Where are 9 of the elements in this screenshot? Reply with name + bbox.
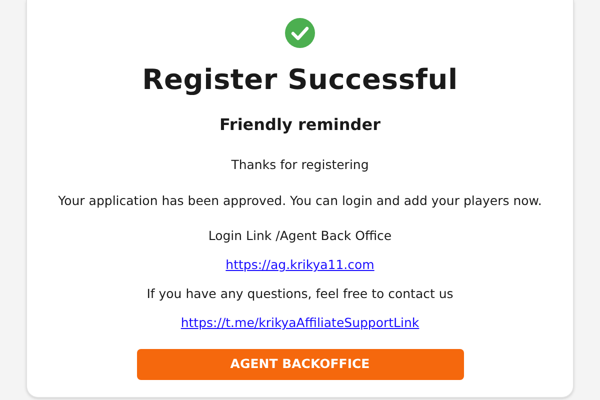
success-check-icon [285,18,315,48]
subtitle: Friendly reminder [220,114,380,136]
message-text: If you have any questions, feel free to contact us [146,285,454,302]
message-text: Login Link /Agent Back Office [208,227,392,244]
link[interactable]: https://ag.krikya11.com [226,256,374,273]
message-text: Thanks for registering [231,156,369,173]
page-title: Register Successful [142,62,458,98]
message-text: Your application has been approved. You can login and add your players now. [58,192,542,209]
link[interactable]: https://t.me/krikyaAffiliateSupportLink [180,314,420,331]
